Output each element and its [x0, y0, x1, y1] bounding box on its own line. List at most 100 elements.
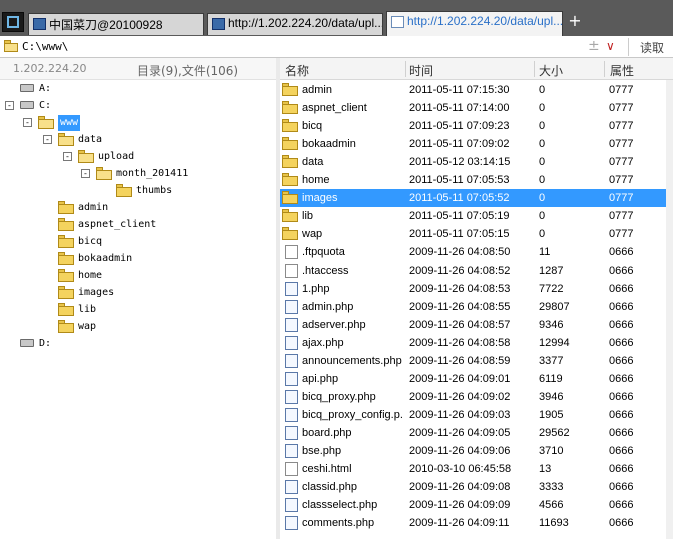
- path-input[interactable]: C:\www\: [22, 40, 68, 53]
- column-divider[interactable]: [405, 61, 406, 77]
- folder-open-icon: [58, 133, 74, 146]
- file-row[interactable]: classselect.php 2009-11-26 04:09:09 4566 06…: [280, 496, 666, 514]
- file-row[interactable]: home 2011-05-11 07:05:53 0 0777: [280, 171, 666, 189]
- column-header-attr[interactable]: 属性: [610, 62, 634, 79]
- php-file-icon: [285, 444, 298, 458]
- file-size: 0: [539, 102, 546, 115]
- tab-url-2[interactable]: http://1.202.224.20/data/upl...: [386, 11, 563, 37]
- php-file-icon: [285, 389, 298, 404]
- file-time: 2009-11-26 04:09:06: [409, 445, 511, 457]
- folder-icon: [58, 252, 74, 265]
- folder-icon: [282, 101, 298, 115]
- file-row[interactable]: api.php 2009-11-26 04:09:01 6119 0666: [280, 370, 666, 388]
- folder-icon: [58, 286, 74, 299]
- vertical-scrollbar[interactable]: [666, 80, 673, 539]
- file-size: 13: [539, 463, 552, 476]
- file-time: 2011-05-11 07:05:53: [409, 174, 510, 187]
- file-row[interactable]: lib 2011-05-11 07:05:19 0 0777: [280, 207, 666, 225]
- tab-home[interactable]: 中国菜刀@20100928: [28, 13, 204, 35]
- collapse-toggle-icon[interactable]: -: [23, 118, 32, 127]
- tree-node-label: A:: [39, 83, 52, 94]
- tree-status-bar: 1.202.224.20 目录(9),文件(106): [0, 58, 280, 80]
- app-logo-icon[interactable]: [2, 12, 24, 32]
- column-header-size[interactable]: 大小: [539, 62, 563, 79]
- file-row[interactable]: admin.php 2009-11-26 04:08:55 29807 0666: [280, 298, 666, 316]
- file-time: 2009-11-26 04:08:50: [409, 246, 511, 259]
- file-row[interactable]: adserver.php 2009-11-26 04:08:57 9346 0666: [280, 316, 666, 334]
- file-attr: 0777: [609, 84, 634, 96]
- tree-node-bicq[interactable]: bicq: [0, 234, 270, 250]
- file-attr: 0777: [609, 174, 634, 187]
- column-divider[interactable]: [534, 61, 535, 77]
- collapse-toggle-icon[interactable]: -: [43, 135, 52, 144]
- tree-node-bokaadmin[interactable]: bokaadmin: [0, 251, 270, 267]
- tree-node-upload[interactable]: - upload: [0, 149, 270, 165]
- file-row[interactable]: comments.php 2009-11-26 04:09:11 11693 0666: [280, 514, 666, 532]
- column-divider[interactable]: [604, 61, 605, 77]
- file-row[interactable]: images 2011-05-11 07:05:52 0 0777: [280, 189, 666, 208]
- folder-icon: [58, 269, 74, 282]
- tree-node-home[interactable]: home: [0, 268, 270, 284]
- read-button[interactable]: 读取: [640, 39, 664, 56]
- file-row[interactable]: .ftpquota 2009-11-26 04:08:50 11 0666: [280, 243, 666, 261]
- file-row[interactable]: bicq_proxy.php 2009-11-26 04:09:02 3946 066…: [280, 388, 666, 406]
- file-row[interactable]: bse.php 2009-11-26 04:09:06 3710 0666: [280, 442, 666, 460]
- bookmark-button[interactable]: ±: [588, 38, 600, 54]
- tree-node-d[interactable]: D:: [0, 336, 270, 352]
- column-header-time[interactable]: 时间: [409, 62, 433, 79]
- php-file-icon: [285, 317, 298, 332]
- folder-icon: [58, 235, 74, 248]
- tree-node-month201411[interactable]: - month_201411: [0, 166, 270, 182]
- file-row[interactable]: wap 2011-05-11 07:05:15 0 0777: [280, 225, 666, 243]
- tree-node-thumbs[interactable]: thumbs: [0, 183, 270, 199]
- tab-label: http://1.202.224.20/data/upl...: [407, 14, 563, 28]
- collapse-toggle-icon[interactable]: -: [81, 169, 90, 178]
- file-row[interactable]: admin 2011-05-11 07:15:30 0 0777: [280, 81, 666, 99]
- file-name: home: [302, 174, 330, 187]
- file-row[interactable]: bokaadmin 2011-05-11 07:09:02 0 0777: [280, 135, 666, 153]
- collapse-toggle-icon[interactable]: -: [5, 101, 14, 110]
- file-size: 0: [539, 174, 546, 187]
- file-row[interactable]: bicq 2011-05-11 07:09:23 0 0777: [280, 117, 666, 135]
- file-name: board.php: [302, 426, 352, 439]
- folder-icon: [282, 137, 298, 151]
- file-size: 11693: [539, 517, 569, 530]
- file-row[interactable]: aspnet_client 2011-05-11 07:14:00 0 0777: [280, 99, 666, 117]
- column-header-name[interactable]: 名称: [285, 62, 309, 79]
- tree-node-www[interactable]: - www: [0, 115, 270, 131]
- host-ip: 1.202.224.20: [13, 62, 87, 75]
- collapse-toggle-icon[interactable]: -: [63, 152, 72, 161]
- file-row[interactable]: ceshi.html 2010-03-10 06:45:58 13 0666: [280, 460, 666, 478]
- tree-node-aspnetclient[interactable]: aspnet_client: [0, 217, 270, 233]
- globe-icon: [212, 18, 225, 30]
- tree-node-label: lib: [78, 304, 97, 315]
- file-row[interactable]: bicq_proxy_config.p... 2009-11-26 04:09:0…: [280, 406, 666, 424]
- file-row[interactable]: ajax.php 2009-11-26 04:08:58 12994 0666: [280, 334, 666, 352]
- file-row[interactable]: announcements.php 2009-11-26 04:08:59 3377…: [280, 352, 666, 370]
- file-row[interactable]: data 2011-05-12 03:14:15 0 0777: [280, 153, 666, 171]
- file-name: wap: [302, 228, 323, 241]
- history-dropdown-button[interactable]: ∨: [606, 39, 615, 53]
- file-row[interactable]: 1.php 2009-11-26 04:08:53 7722 0666: [280, 280, 666, 298]
- tree-node-data[interactable]: - data: [0, 132, 270, 148]
- tab-url-1[interactable]: http://1.202.224.20/data/upl...: [207, 13, 383, 35]
- file-row[interactable]: board.php 2009-11-26 04:09:05 29562 0666: [280, 424, 666, 442]
- tree-node-images[interactable]: images: [0, 285, 270, 301]
- file-time: 2011-05-11 07:05:52: [409, 192, 510, 205]
- file-row[interactable]: classid.php 2009-11-26 04:09:08 3333 0666: [280, 478, 666, 496]
- php-file-icon: [285, 425, 298, 440]
- file-time: 2009-11-26 04:09:09: [409, 499, 511, 512]
- folder-open-icon: [38, 116, 54, 129]
- tree-node-lib[interactable]: lib: [0, 302, 270, 318]
- new-tab-button[interactable]: +: [568, 13, 582, 29]
- tree-node-wap[interactable]: wap: [0, 319, 270, 335]
- file-time: 2009-11-26 04:08:55: [409, 300, 511, 313]
- file-row[interactable]: .htaccess 2009-11-26 04:08:52 1287 0666: [280, 262, 666, 280]
- tree-node-a[interactable]: A:: [0, 81, 270, 97]
- tree-node-c[interactable]: - C:: [0, 98, 270, 114]
- tree-node-admin[interactable]: admin: [0, 200, 270, 216]
- folder-icon: [282, 155, 298, 169]
- php-file-icon: [285, 281, 298, 296]
- file-name: admin.php: [302, 300, 354, 313]
- file-time: 2011-05-11 07:09:23: [409, 120, 510, 133]
